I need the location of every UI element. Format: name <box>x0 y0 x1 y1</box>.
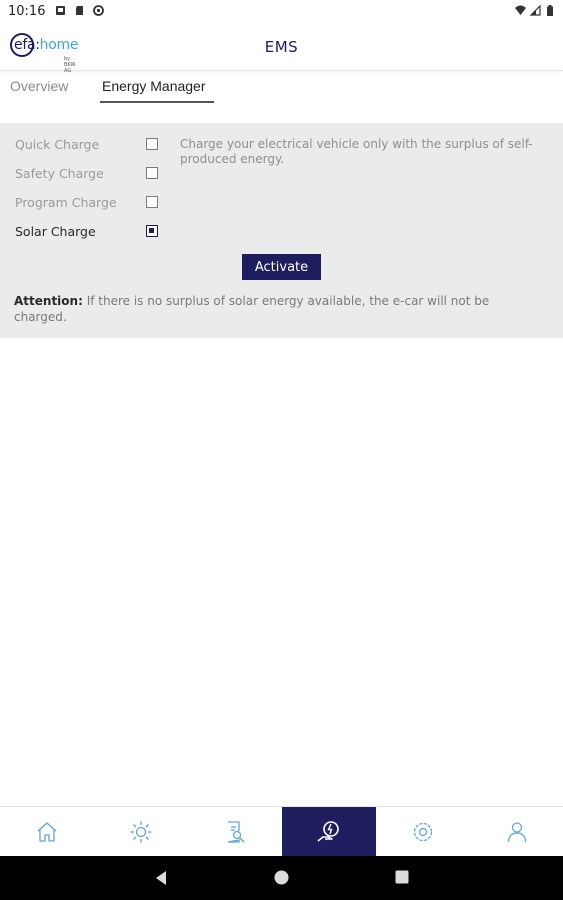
home-button-icon[interactable] <box>274 870 289 885</box>
checkbox-solar-charge[interactable] <box>146 225 158 237</box>
home-icon <box>37 822 57 842</box>
bottom-nav <box>0 806 563 857</box>
system-nav-bar <box>0 856 563 900</box>
energy-manager-icon <box>317 821 339 842</box>
back-icon[interactable] <box>154 870 168 886</box>
nav-energy[interactable] <box>94 807 188 857</box>
option-label-program-charge: Program Charge <box>15 195 117 210</box>
page-title: EMS <box>264 38 299 56</box>
signal-icon <box>530 5 541 16</box>
checkbox-program-charge[interactable] <box>146 196 158 208</box>
recents-icon[interactable] <box>395 870 409 884</box>
checkbox-quick-charge[interactable] <box>146 138 158 150</box>
tab-overview[interactable]: Overview <box>10 78 68 94</box>
status-bar: 10:16 <box>0 0 563 24</box>
logo-subtext: by BKW AG <box>64 56 76 74</box>
option-description: Charge your electrical vehicle only with… <box>180 137 533 166</box>
notification-icon <box>56 6 65 15</box>
settings-icon <box>413 822 433 842</box>
user-icon <box>507 822 527 843</box>
activate-button[interactable]: Activate <box>242 254 321 280</box>
nav-energy-manager[interactable] <box>282 807 376 857</box>
attention-text: If there is no surplus of solar energy a… <box>14 294 490 324</box>
sync-icon <box>93 5 104 16</box>
nav-settings[interactable] <box>376 807 470 857</box>
attention-note: Attention: If there is no surplus of sol… <box>14 293 544 325</box>
option-label-quick-charge: Quick Charge <box>15 137 100 152</box>
nav-home[interactable] <box>0 807 94 857</box>
tab-energy-manager[interactable]: Energy Manager <box>102 78 206 94</box>
wifi-icon <box>515 5 526 15</box>
app-bar: efa:home by BKW AG EMS <box>0 24 563 74</box>
tab-selected-indicator <box>100 101 214 103</box>
attention-label: Attention: <box>14 294 83 308</box>
sd-card-icon <box>76 6 83 15</box>
option-label-solar-charge: Solar Charge <box>15 224 96 239</box>
battery-icon <box>547 5 553 16</box>
sun-icon <box>130 821 152 843</box>
status-time: 10:16 <box>8 4 46 19</box>
nav-profile[interactable] <box>470 807 563 857</box>
checkbox-safety-charge[interactable] <box>146 167 158 179</box>
option-label-safety-charge: Safety Charge <box>15 166 104 181</box>
report-search-icon <box>227 821 245 843</box>
nav-reports[interactable] <box>188 807 282 857</box>
